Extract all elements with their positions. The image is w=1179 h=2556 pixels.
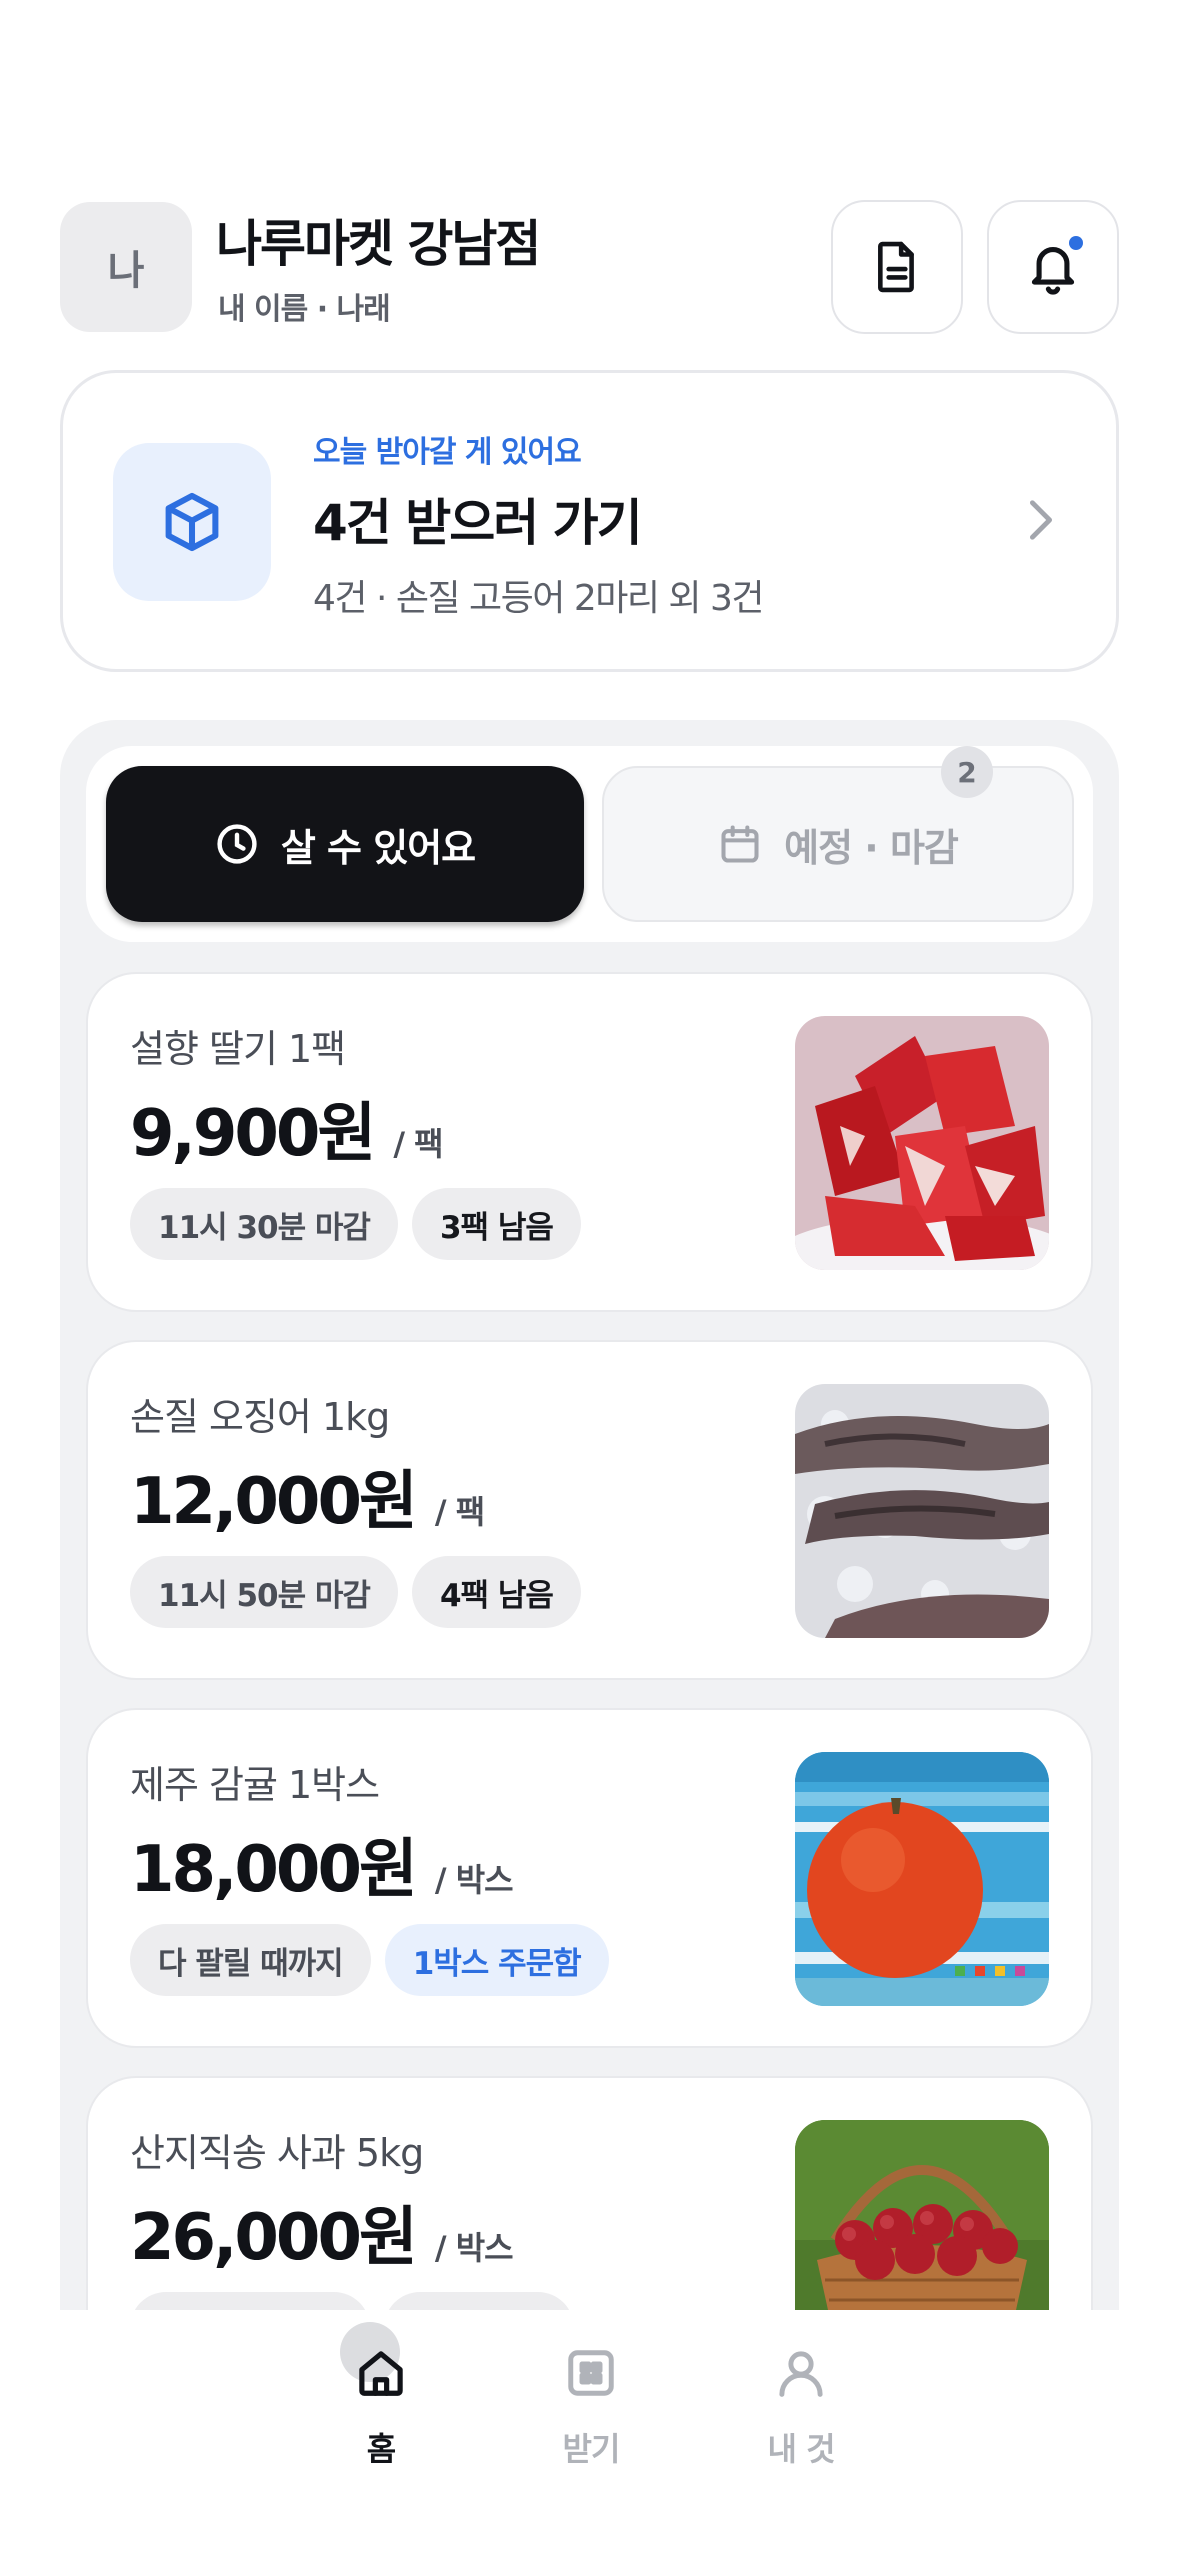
ordered-chip: 1박스 주문함 bbox=[384, 1924, 609, 1996]
notifications-button[interactable] bbox=[987, 200, 1119, 334]
product-unit: / 박스 bbox=[434, 2229, 514, 2267]
nav-receive[interactable]: 받기 bbox=[511, 2338, 671, 2488]
product-chips: 다 팔릴 때까지 1박스 주문함 bbox=[130, 1924, 609, 1996]
scheduled-count-badge: 2 bbox=[941, 746, 993, 798]
product-card[interactable]: 손질 오징어 1kg 12,000원 / 팩 11시 50분 마감 4팩 남음 bbox=[86, 1340, 1093, 1680]
pickup-card[interactable]: 오늘 받아갈 게 있어요 4건 받으러 가기 4건 · 손질 고등어 2마리 외… bbox=[60, 370, 1119, 672]
product-unit: / 팩 bbox=[434, 1493, 485, 1531]
nav-mine[interactable]: 내 것 bbox=[721, 2338, 881, 2488]
product-chips: 11시 30분 마감 3팩 남음 bbox=[130, 1188, 581, 1260]
availability-chip: 다 팔릴 때까지 bbox=[130, 1924, 371, 1996]
chevron-right-icon bbox=[1029, 500, 1053, 540]
product-price-row: 18,000원 / 박스 bbox=[130, 1818, 514, 1910]
product-image-strawberry bbox=[795, 1016, 1049, 1270]
tab-available[interactable]: 살 수 있어요 bbox=[106, 766, 584, 922]
product-price: 12,000원 bbox=[130, 1465, 418, 1539]
product-price: 18,000원 bbox=[130, 1833, 418, 1907]
bottom-nav: 홈 받기 내 것 bbox=[0, 2310, 1179, 2556]
person-icon bbox=[779, 2351, 823, 2397]
product-price: 26,000원 bbox=[130, 2201, 418, 2275]
stock-chip: 3팩 남음 bbox=[411, 1188, 581, 1260]
pickup-eyebrow: 오늘 받아갈 게 있어요 bbox=[313, 435, 582, 470]
nav-home-label: 홈 bbox=[366, 2430, 396, 2468]
product-name: 설향 딸기 1팩 bbox=[130, 1027, 346, 1071]
nav-receive-label: 받기 bbox=[562, 2430, 621, 2468]
product-unit: / 박스 bbox=[434, 1861, 514, 1899]
product-panel: 살 수 있어요 예정 · 마감 2 설향 딸기 1팩 9,900원 / 팩 11시… bbox=[60, 720, 1119, 2556]
product-chips: 11시 50분 마감 4팩 남음 bbox=[130, 1556, 581, 1628]
nav-mine-label: 내 것 bbox=[767, 2430, 835, 2468]
product-price-row: 26,000원 / 박스 bbox=[130, 2186, 514, 2278]
nav-home-icon-wrap bbox=[340, 2322, 416, 2408]
product-name: 손질 오징어 1kg bbox=[130, 1395, 390, 1439]
product-card[interactable]: 제주 감귤 1박스 18,000원 / 박스 다 팔릴 때까지 1박스 주문함 bbox=[86, 1708, 1093, 2048]
qr-grid-icon bbox=[568, 2350, 614, 2396]
clock-icon bbox=[217, 824, 257, 864]
product-price-row: 9,900원 / 팩 bbox=[130, 1082, 444, 1174]
product-image-squid bbox=[795, 1384, 1049, 1638]
avatar[interactable]: 나 bbox=[60, 202, 192, 332]
tab-bar: 살 수 있어요 예정 · 마감 2 bbox=[86, 746, 1093, 942]
tab-available-label: 살 수 있어요 bbox=[280, 825, 476, 870]
nav-receive-icon-wrap bbox=[556, 2338, 626, 2408]
nav-home[interactable]: 홈 bbox=[301, 2322, 461, 2488]
product-name: 산지직송 사과 5kg bbox=[130, 2131, 424, 2175]
nav-mine-icon-wrap bbox=[766, 2338, 836, 2408]
notification-dot bbox=[1069, 236, 1083, 250]
home-icon bbox=[359, 2351, 403, 2396]
tab-scheduled[interactable]: 예정 · 마감 bbox=[602, 766, 1074, 922]
pickup-title: 4건 받으러 가기 bbox=[313, 494, 643, 552]
calendar-icon bbox=[721, 825, 759, 863]
product-name: 제주 감귤 1박스 bbox=[130, 1763, 380, 1807]
product-unit: / 팩 bbox=[393, 1125, 443, 1163]
deadline-chip: 11시 50분 마감 bbox=[130, 1556, 398, 1628]
product-price-row: 12,000원 / 팩 bbox=[130, 1450, 485, 1542]
pickup-icon-tile bbox=[113, 443, 271, 601]
store-name[interactable]: 나루마켓 강남점 bbox=[216, 204, 541, 276]
tab-scheduled-label: 예정 · 마감 bbox=[784, 825, 959, 870]
pickup-description: 4건 · 손질 고등어 2마리 외 3건 bbox=[313, 578, 765, 619]
stock-chip: 4팩 남음 bbox=[411, 1556, 581, 1628]
orders-button[interactable] bbox=[831, 200, 963, 334]
deadline-chip: 11시 30분 마감 bbox=[130, 1188, 398, 1260]
product-price: 9,900원 bbox=[130, 1097, 376, 1171]
box-icon bbox=[165, 492, 219, 552]
product-card[interactable]: 설향 딸기 1팩 9,900원 / 팩 11시 30분 마감 3팩 남음 bbox=[86, 972, 1093, 1312]
store-subtitle: 내 이름 · 나래 bbox=[218, 292, 391, 327]
store-header: 나 나루마켓 강남점 내 이름 · 나래 bbox=[60, 200, 1119, 334]
document-icon bbox=[878, 241, 914, 293]
product-image-tangerine bbox=[795, 1752, 1049, 2006]
